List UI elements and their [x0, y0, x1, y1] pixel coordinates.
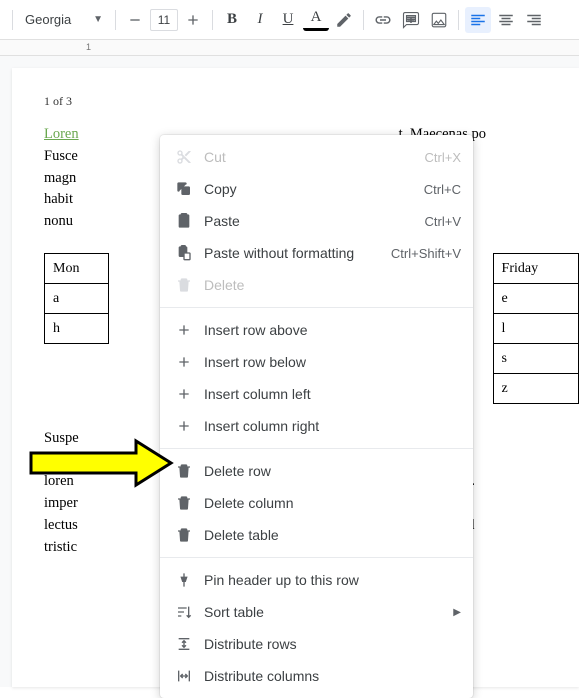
- table-cell[interactable]: a: [45, 283, 109, 313]
- plus-icon: [172, 354, 196, 370]
- sort-icon: [172, 604, 196, 620]
- plus-icon: [172, 386, 196, 402]
- cut-icon: [172, 149, 196, 165]
- italic-button[interactable]: I: [247, 7, 273, 33]
- menu-label: Paste: [204, 213, 425, 229]
- pin-icon: [172, 572, 196, 588]
- menu-label: Distribute columns: [204, 668, 461, 684]
- chevron-right-icon: ▶: [453, 607, 461, 618]
- menu-label: Distribute rows: [204, 636, 461, 652]
- trash-icon: [172, 495, 196, 511]
- text-color-button[interactable]: A: [303, 9, 329, 31]
- font-family-select[interactable]: Georgia ▼: [19, 7, 109, 33]
- table-header-cell[interactable]: Mon: [45, 253, 109, 283]
- menu-separator: [160, 448, 473, 449]
- font-size-input[interactable]: [150, 9, 178, 31]
- menu-shortcut: Ctrl+C: [424, 182, 461, 197]
- align-right-button[interactable]: [521, 7, 547, 33]
- font-size-increase[interactable]: [180, 7, 206, 33]
- menu-paste[interactable]: Paste Ctrl+V: [160, 205, 473, 237]
- table-cell[interactable]: z: [493, 373, 578, 403]
- menu-shortcut: Ctrl+X: [425, 150, 461, 165]
- menu-insert-row-above[interactable]: Insert row above: [160, 314, 473, 346]
- menu-label: Sort table: [204, 604, 453, 620]
- menu-label: Delete table: [204, 527, 461, 543]
- menu-shortcut: Ctrl+Shift+V: [391, 246, 461, 261]
- menu-separator: [160, 557, 473, 558]
- table-cell[interactable]: l: [493, 313, 578, 343]
- bold-button[interactable]: B: [219, 7, 245, 33]
- distribute-rows-icon: [172, 636, 196, 652]
- menu-label: Pin header up to this row: [204, 572, 461, 588]
- menu-delete-col[interactable]: Delete column: [160, 487, 473, 519]
- menu-delete-table[interactable]: Delete table: [160, 519, 473, 551]
- menu-delete-row[interactable]: Delete row: [160, 455, 473, 487]
- distribute-cols-icon: [172, 668, 196, 684]
- menu-label: Insert row above: [204, 322, 461, 338]
- toolbar: Georgia ▼ B I U A: [0, 0, 579, 40]
- trash-icon: [172, 527, 196, 543]
- menu-label: Insert column left: [204, 386, 461, 402]
- plus-icon: [172, 418, 196, 434]
- menu-copy[interactable]: Copy Ctrl+C: [160, 173, 473, 205]
- menu-label: Insert row below: [204, 354, 461, 370]
- menu-cut: Cut Ctrl+X: [160, 141, 473, 173]
- menu-label: Copy: [204, 181, 424, 197]
- menu-paste-plain[interactable]: Paste without formatting Ctrl+Shift+V: [160, 237, 473, 269]
- menu-delete: Delete: [160, 269, 473, 301]
- context-menu: Cut Ctrl+X Copy Ctrl+C Paste Ctrl+V Past…: [160, 135, 473, 698]
- insert-comment-button[interactable]: [398, 7, 424, 33]
- trash-icon: [172, 277, 196, 293]
- table-cell[interactable]: s: [493, 343, 578, 373]
- table-cell[interactable]: h: [45, 313, 109, 343]
- menu-shortcut: Ctrl+V: [425, 214, 461, 229]
- insert-link-button[interactable]: [370, 7, 396, 33]
- insert-image-button[interactable]: [426, 7, 452, 33]
- menu-sort-table[interactable]: Sort table ▶: [160, 596, 473, 628]
- menu-insert-col-left[interactable]: Insert column left: [160, 378, 473, 410]
- paste-plain-icon: [172, 245, 196, 261]
- table-header-cell[interactable]: Friday: [493, 253, 578, 283]
- menu-distribute-rows[interactable]: Distribute rows: [160, 628, 473, 660]
- link-text[interactable]: Loren: [44, 126, 79, 142]
- arrow-annotation: [26, 438, 176, 491]
- align-center-button[interactable]: [493, 7, 519, 33]
- menu-label: Insert column right: [204, 418, 461, 434]
- menu-insert-row-below[interactable]: Insert row below: [160, 346, 473, 378]
- font-size-decrease[interactable]: [122, 7, 148, 33]
- menu-label: Delete row: [204, 463, 461, 479]
- copy-icon: [172, 181, 196, 197]
- menu-label: Paste without formatting: [204, 245, 391, 261]
- table-cell[interactable]: e: [493, 283, 578, 313]
- menu-separator: [160, 307, 473, 308]
- page-number: 1 of 3: [44, 94, 72, 109]
- menu-insert-col-right[interactable]: Insert column right: [160, 410, 473, 442]
- highlight-button[interactable]: [331, 7, 357, 33]
- align-left-button[interactable]: [465, 7, 491, 33]
- menu-label: Delete: [204, 277, 461, 293]
- dropdown-caret-icon: ▼: [93, 14, 103, 25]
- paste-icon: [172, 213, 196, 229]
- menu-pin-header[interactable]: Pin header up to this row: [160, 564, 473, 596]
- plus-icon: [172, 322, 196, 338]
- ruler: 1: [0, 40, 579, 56]
- menu-label: Delete column: [204, 495, 461, 511]
- underline-button[interactable]: U: [275, 7, 301, 33]
- menu-label: Cut: [204, 149, 425, 165]
- menu-distribute-cols[interactable]: Distribute columns: [160, 660, 473, 692]
- font-family-value: Georgia: [25, 12, 71, 27]
